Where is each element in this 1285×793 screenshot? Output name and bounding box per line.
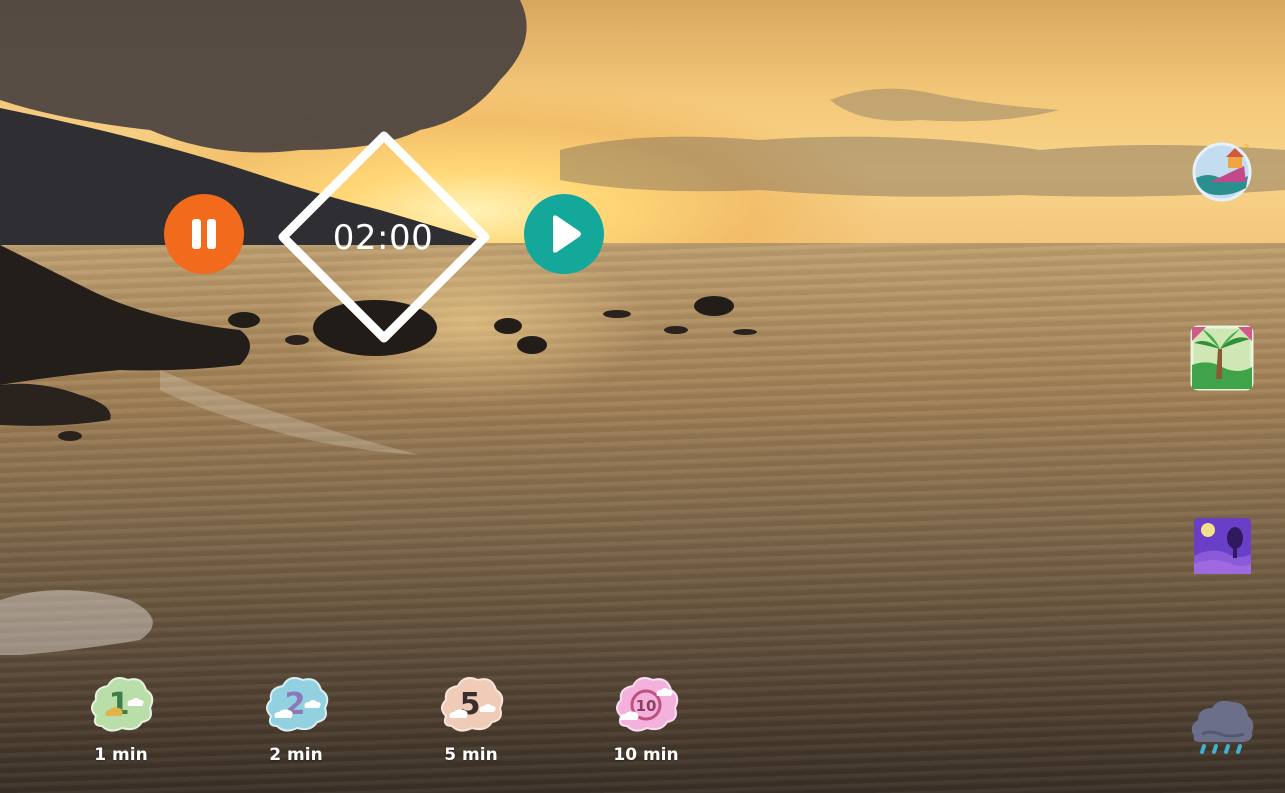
beach-house-scene-button[interactable] bbox=[1188, 138, 1256, 206]
jungle-scene-button[interactable] bbox=[1188, 323, 1256, 391]
preset-label: 1 min bbox=[94, 745, 148, 765]
preset-label: 10 min bbox=[613, 745, 679, 765]
svg-text:1: 1 bbox=[109, 687, 130, 722]
one-minute-cloud-icon: 1 bbox=[91, 677, 154, 732]
rain-cloud-scene-icon bbox=[1191, 700, 1254, 754]
preset-5-min[interactable]: 5 5 min bbox=[426, 672, 516, 765]
preset-10-min[interactable]: 10 10 min bbox=[601, 672, 691, 765]
night-scene-icon bbox=[1194, 518, 1251, 574]
timer-overlay: 02:00 1 1 min 2 2 min 5 5 min 10 10 min bbox=[0, 0, 1285, 793]
ten-minute-cloud-icon: 10 bbox=[616, 677, 679, 732]
preset-label: 5 min bbox=[444, 745, 498, 765]
pause-button[interactable] bbox=[164, 194, 244, 274]
play-icon bbox=[553, 215, 581, 253]
two-minute-cloud-icon: 2 bbox=[266, 677, 329, 732]
beach-house-scene-icon bbox=[1192, 142, 1252, 202]
timer-display: 02:00 bbox=[332, 218, 434, 258]
play-button[interactable] bbox=[524, 194, 604, 274]
five-minute-cloud-icon: 5 bbox=[441, 677, 504, 732]
night-scene-button[interactable] bbox=[1188, 512, 1256, 580]
preset-1-min[interactable]: 1 1 min bbox=[76, 672, 166, 765]
pause-icon bbox=[192, 219, 216, 249]
preset-label: 2 min bbox=[269, 745, 323, 765]
jungle-scene-icon bbox=[1190, 325, 1254, 391]
rain-cloud-scene-button[interactable] bbox=[1188, 696, 1256, 764]
svg-text:10: 10 bbox=[636, 697, 657, 715]
preset-2-min[interactable]: 2 2 min bbox=[251, 672, 341, 765]
